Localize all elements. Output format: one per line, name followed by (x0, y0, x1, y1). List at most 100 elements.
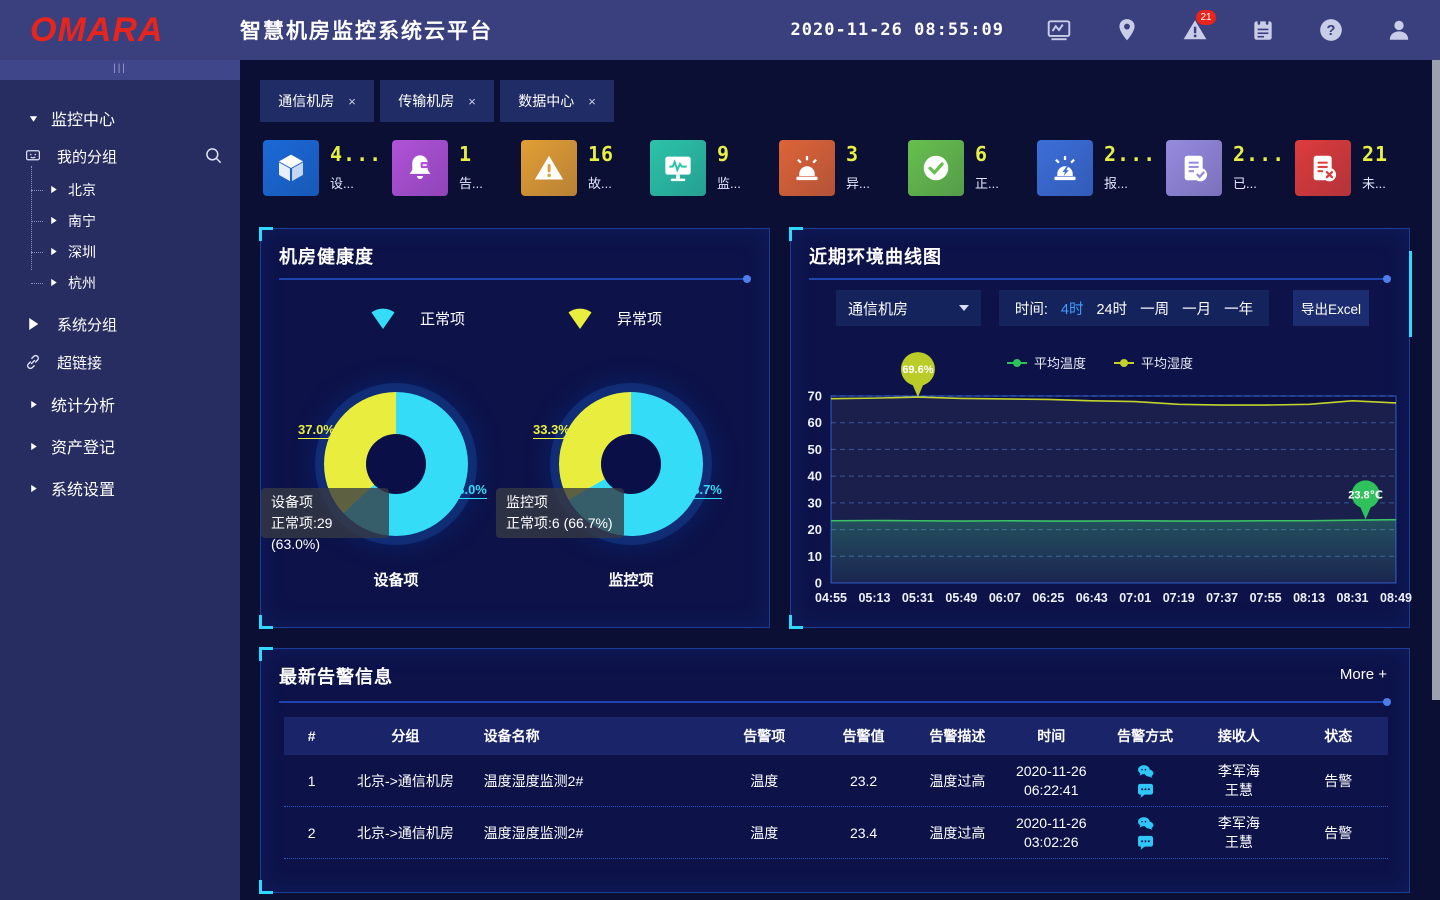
time-range-selector: 时间: 4时 24时一周一月一年 (999, 290, 1269, 326)
sidebar-item-nanning[interactable]: 南宁 (0, 205, 240, 236)
stat-card-6[interactable]: 6正... (908, 140, 1037, 196)
sidebar-item-label: 超链接 (57, 352, 102, 373)
column-header: 分组 (339, 726, 471, 746)
tab-label: 传输机房 (398, 91, 454, 111)
export-excel-button[interactable]: 导出Excel (1293, 290, 1369, 326)
sidebar-collapse-handle[interactable]: ||| (0, 60, 240, 80)
stat-label: 告... (459, 173, 483, 192)
header-actions: 2020-11-26 08:55:09 21 ? (791, 17, 1412, 43)
alarm-table-row[interactable]: 2北京->通信机房温度湿度监测2#温度23.4温度过高2020-11-2603:… (284, 807, 1388, 859)
location-icon[interactable] (1114, 17, 1140, 43)
sidebar-item-monitor-center[interactable]: 监控中心 (0, 100, 240, 136)
receivers-cell: 李军海王慧 (1189, 762, 1288, 800)
alarm-badge: 21 (1196, 10, 1216, 25)
more-button[interactable]: More + (1340, 666, 1387, 683)
stat-value: 9 (717, 142, 741, 166)
health-panel: 机房健康度 正常项异常项 37.0%63.0%设备项正常项:29 (63.0%)… (260, 228, 770, 628)
sidebar-item-system-settings[interactable]: 系统设置 (0, 470, 240, 506)
stat-value: 3 (846, 142, 870, 166)
help-icon[interactable]: ? (1318, 17, 1344, 43)
sidebar-item-label: 北京 (68, 180, 96, 200)
sidebar-item-hangzhou[interactable]: 杭州 (0, 267, 240, 298)
receivers-cell: 李军海王慧 (1189, 814, 1288, 852)
warning-icon (521, 140, 577, 196)
stat-card-1[interactable]: 4...设... (263, 140, 392, 196)
time-option-一周[interactable]: 一周 (1140, 298, 1169, 319)
column-header: 状态 (1289, 726, 1388, 746)
item-cell: 温度 (715, 823, 814, 843)
svg-text:06:43: 06:43 (1076, 591, 1108, 605)
time-option-一月[interactable]: 一月 (1182, 298, 1211, 319)
corner-accent (259, 647, 273, 661)
sidebar-item-stats-analysis[interactable]: 统计分析 (0, 386, 240, 422)
close-icon[interactable]: × (348, 94, 356, 109)
methods-cell (1101, 764, 1189, 798)
time-cell: 2020-11-2603:02:26 (1002, 814, 1101, 852)
env-panel-title: 近期环境曲线图 (809, 243, 942, 269)
legend-item[interactable]: 平均温度 (1007, 353, 1086, 372)
stat-card-3[interactable]: 16故... (521, 140, 650, 196)
group-icon (24, 147, 42, 165)
tab-3[interactable]: 数据中心× (500, 80, 614, 122)
user-icon[interactable] (1386, 17, 1412, 43)
sidebar-item-beijing[interactable]: 北京 (0, 174, 240, 205)
search-icon[interactable] (204, 146, 224, 166)
caret-right-icon (44, 274, 62, 292)
alarm-table-header: #分组设备名称告警项告警值告警描述时间告警方式接收人状态 (284, 717, 1388, 755)
room-select-value: 通信机房 (848, 298, 908, 319)
svg-text:06:07: 06:07 (989, 591, 1021, 605)
legend-item[interactable]: 平均湿度 (1114, 353, 1193, 372)
legend-item[interactable]: 正常项 (368, 305, 465, 331)
sidebar-item-system-groups[interactable]: 系统分组 (0, 306, 240, 342)
wechat-icon (1137, 816, 1154, 831)
alarm-icon[interactable]: 21 (1182, 17, 1208, 43)
legend-label: 平均温度 (1034, 353, 1086, 372)
column-header: 告警项 (715, 726, 814, 746)
time-option-4时[interactable]: 4时 (1061, 298, 1084, 319)
wechat-icon (1137, 764, 1154, 779)
sidebar-item-shenzhen[interactable]: 深圳 (0, 236, 240, 267)
fan-icon (565, 305, 595, 331)
title-underline (279, 278, 749, 280)
fan-icon (368, 305, 398, 331)
sidebar-item-hyperlink[interactable]: 超链接 (0, 344, 240, 380)
datetime-display: 2020-11-26 08:55:09 (791, 20, 1004, 40)
column-header: 告警描述 (913, 726, 1001, 746)
clipboard-icon[interactable] (1250, 17, 1276, 43)
svg-text:08:13: 08:13 (1293, 591, 1325, 605)
close-icon[interactable]: × (468, 94, 476, 109)
alarm-table-row[interactable]: 1北京->通信机房温度湿度监测2#温度23.2温度过高2020-11-2606:… (284, 755, 1388, 807)
normal-percent-label: 63.0% (450, 482, 487, 499)
page-scrollbar[interactable] (1432, 60, 1440, 700)
svg-text:07:37: 07:37 (1206, 591, 1238, 605)
link-icon (24, 353, 42, 371)
svg-text:20: 20 (808, 522, 822, 537)
tab-1[interactable]: 通信机房× (260, 80, 374, 122)
time-range-label: 时间: (1015, 298, 1048, 319)
title-underline (809, 278, 1389, 280)
stat-card-5[interactable]: 3异... (779, 140, 908, 196)
donut-hole (601, 434, 661, 494)
stat-card-2[interactable]: 1告... (392, 140, 521, 196)
sidebar-item-my-groups[interactable]: 我的分组 (0, 138, 240, 174)
sidebar-item-label: 我的分组 (57, 146, 117, 167)
time-option-24时[interactable]: 24时 (1096, 298, 1127, 319)
desc-cell: 温度过高 (913, 823, 1001, 843)
room-select-dropdown[interactable]: 通信机房 (836, 290, 981, 326)
svg-text:07:19: 07:19 (1163, 591, 1195, 605)
stat-card-4[interactable]: 9监... (650, 140, 779, 196)
caret-down-icon (24, 109, 42, 127)
abnormal-percent-label: 37.0% (298, 422, 335, 439)
close-icon[interactable]: × (588, 94, 596, 109)
tab-2[interactable]: 传输机房 × (380, 80, 494, 122)
time-option-一年[interactable]: 一年 (1224, 298, 1253, 319)
stat-card-7[interactable]: 2...报... (1037, 140, 1166, 196)
legend-item[interactable]: 异常项 (565, 305, 662, 331)
normal-percent-label: 66.7% (685, 482, 722, 499)
stat-card-8[interactable]: 2...已... (1166, 140, 1295, 196)
stat-card-9[interactable]: 21未... (1295, 140, 1424, 196)
sidebar-item-asset-register[interactable]: 资产登记 (0, 428, 240, 464)
stat-value: 4... (330, 142, 382, 166)
monitor-chart-icon[interactable] (1046, 17, 1072, 43)
sidebar-item-label: 杭州 (68, 273, 96, 293)
